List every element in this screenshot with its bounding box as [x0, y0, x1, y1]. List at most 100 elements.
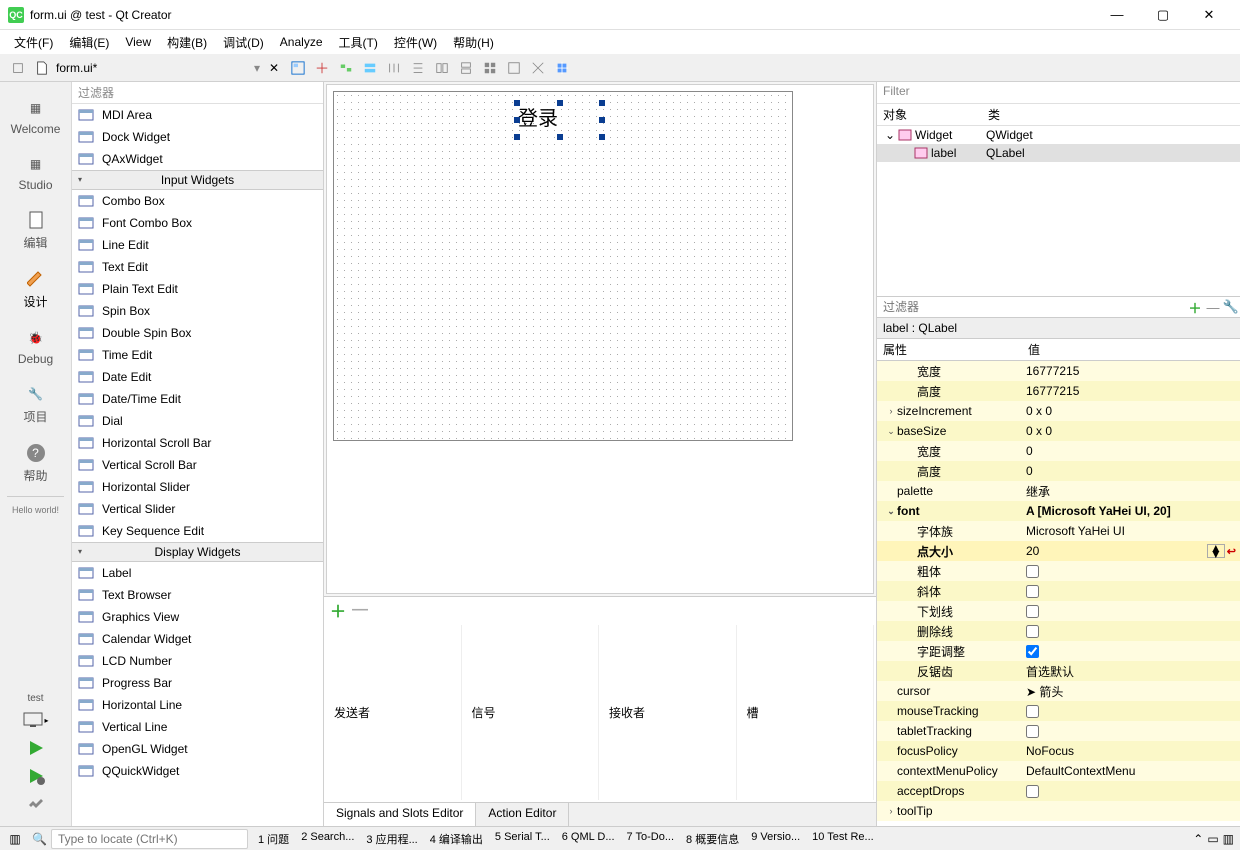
debug-run-button[interactable]	[20, 762, 52, 790]
run-button[interactable]	[20, 734, 52, 762]
property-row[interactable]: mouseTracking	[877, 701, 1240, 721]
property-row[interactable]: ›sizeIncrement0 x 0	[877, 401, 1240, 421]
layout-form-icon[interactable]	[504, 58, 524, 78]
tab-action-editor[interactable]: Action Editor	[476, 803, 569, 826]
form-surface[interactable]: 登录	[333, 91, 793, 441]
widget-item[interactable]: Horizontal Slider	[72, 476, 323, 498]
widget-item[interactable]: Double Spin Box	[72, 322, 323, 344]
status-item[interactable]: 3 应用程...	[360, 831, 423, 847]
status-item[interactable]: 10 Test Re...	[806, 831, 880, 847]
property-checkbox[interactable]	[1026, 565, 1039, 578]
mode-design[interactable]: 设计	[0, 259, 71, 318]
widget-item[interactable]: Date/Time Edit	[72, 388, 323, 410]
mode-help[interactable]: ?帮助	[0, 433, 71, 492]
adjust-size-icon[interactable]	[552, 58, 572, 78]
close-file-icon[interactable]: ✕	[264, 58, 284, 78]
layout-hsplit-icon[interactable]	[432, 58, 452, 78]
config-property-icon[interactable]: 🔧	[1222, 299, 1240, 315]
prop-col-value[interactable]: 值	[1028, 341, 1040, 358]
property-row[interactable]: 字距调整	[877, 641, 1240, 661]
menu-edit[interactable]: 编辑(E)	[63, 32, 115, 53]
add-property-icon[interactable]: ＋	[1186, 298, 1204, 317]
mode-debug[interactable]: 🐞Debug	[0, 318, 71, 374]
property-row[interactable]: contextMenuPolicyDefaultContextMenu	[877, 761, 1240, 781]
remove-property-icon[interactable]: —	[1204, 300, 1222, 315]
signals-table[interactable]: 发送者 信号 接收者 槽	[324, 623, 876, 802]
property-filter[interactable]	[877, 298, 1186, 316]
widget-item[interactable]: Combo Box	[72, 190, 323, 212]
property-row[interactable]: palette继承	[877, 481, 1240, 501]
close-button[interactable]: ✕	[1186, 7, 1232, 23]
group-input-widgets[interactable]: Input Widgets	[72, 170, 323, 190]
property-row[interactable]: 字体族Microsoft YaHei UI	[877, 521, 1240, 541]
remove-signal-icon[interactable]: —	[352, 601, 368, 619]
status-item[interactable]: 1 问题	[252, 831, 295, 847]
menu-widgets[interactable]: 控件(W)	[388, 32, 443, 53]
file-dropdown-icon[interactable]: ▾	[254, 61, 260, 75]
property-row[interactable]: 反锯齿首选默认	[877, 661, 1240, 681]
property-row[interactable]: 删除线	[877, 621, 1240, 641]
status-item[interactable]: 9 Versio...	[745, 831, 806, 847]
form-canvas[interactable]: 登录	[326, 84, 874, 594]
property-checkbox[interactable]	[1026, 605, 1039, 618]
layout-v-icon[interactable]	[408, 58, 428, 78]
widget-item[interactable]: MDI Area	[72, 104, 323, 126]
status-item[interactable]: 7 To-Do...	[621, 831, 681, 847]
property-row[interactable]: ⌄fontA [Microsoft YaHei UI, 20]	[877, 501, 1240, 521]
property-row[interactable]: focusPolicyNoFocus	[877, 741, 1240, 761]
obj-col-name[interactable]: 对象	[883, 106, 988, 123]
open-file-name[interactable]: form.ui*	[56, 61, 97, 75]
menu-tools[interactable]: 工具(T)	[333, 32, 384, 53]
selection-handle[interactable]	[599, 117, 605, 123]
widget-item[interactable]: Text Edit	[72, 256, 323, 278]
object-filter[interactable]: Filter	[877, 82, 1240, 104]
locator-input[interactable]	[51, 829, 248, 849]
property-row[interactable]: cursor➤ 箭头	[877, 681, 1240, 701]
property-row[interactable]: acceptDrops	[877, 781, 1240, 801]
selection-handle[interactable]	[514, 100, 520, 106]
status-item[interactable]: 8 概要信息	[680, 831, 745, 847]
widget-item[interactable]: Vertical Slider	[72, 498, 323, 520]
widget-item[interactable]: QAxWidget	[72, 148, 323, 170]
status-item[interactable]: 6 QML D...	[556, 831, 621, 847]
mode-edit[interactable]: 编辑	[0, 200, 71, 259]
widget-item[interactable]: Time Edit	[72, 344, 323, 366]
widget-item[interactable]: OpenGL Widget	[72, 738, 323, 760]
property-row[interactable]: 高度16777215	[877, 381, 1240, 401]
widget-item[interactable]: Horizontal Line	[72, 694, 323, 716]
object-row[interactable]: ⌄WidgetQWidget	[877, 126, 1240, 144]
widget-filter[interactable]: 过滤器	[72, 82, 323, 104]
property-checkbox[interactable]	[1026, 785, 1039, 798]
widget-item[interactable]: Calendar Widget	[72, 628, 323, 650]
property-row[interactable]: ⌄baseSize0 x 0	[877, 421, 1240, 441]
layout-vsplit-icon[interactable]	[456, 58, 476, 78]
property-row[interactable]: 高度0	[877, 461, 1240, 481]
edit-signals-icon[interactable]	[312, 58, 332, 78]
object-row[interactable]: labelQLabel	[877, 144, 1240, 162]
widget-item[interactable]: Vertical Line	[72, 716, 323, 738]
property-checkbox[interactable]	[1026, 585, 1039, 598]
widget-item[interactable]: Progress Bar	[72, 672, 323, 694]
status-item[interactable]: 2 Search...	[295, 831, 360, 847]
widget-item[interactable]: Dial	[72, 410, 323, 432]
widget-item[interactable]: LCD Number	[72, 650, 323, 672]
kit-selector-icon[interactable]: ▸	[20, 706, 52, 734]
edit-widgets-icon[interactable]	[288, 58, 308, 78]
widget-item[interactable]: Graphics View	[72, 606, 323, 628]
selection-handle[interactable]	[599, 134, 605, 140]
widget-item[interactable]: Date Edit	[72, 366, 323, 388]
back-dropdown-icon[interactable]	[8, 58, 28, 78]
selection-handle[interactable]	[599, 100, 605, 106]
build-button[interactable]	[20, 790, 52, 818]
widget-item[interactable]: Plain Text Edit	[72, 278, 323, 300]
property-checkbox[interactable]	[1026, 645, 1039, 658]
mode-studio[interactable]: ▦Studio	[0, 144, 71, 200]
menu-view[interactable]: View	[119, 33, 157, 51]
widget-item[interactable]: Key Sequence Edit	[72, 520, 323, 542]
mode-projects[interactable]: 🔧项目	[0, 374, 71, 433]
property-checkbox[interactable]	[1026, 705, 1039, 718]
property-row[interactable]: 粗体	[877, 561, 1240, 581]
file-icon[interactable]	[32, 58, 52, 78]
reset-icon[interactable]: ↩	[1227, 545, 1236, 558]
property-row[interactable]: tabletTracking	[877, 721, 1240, 741]
